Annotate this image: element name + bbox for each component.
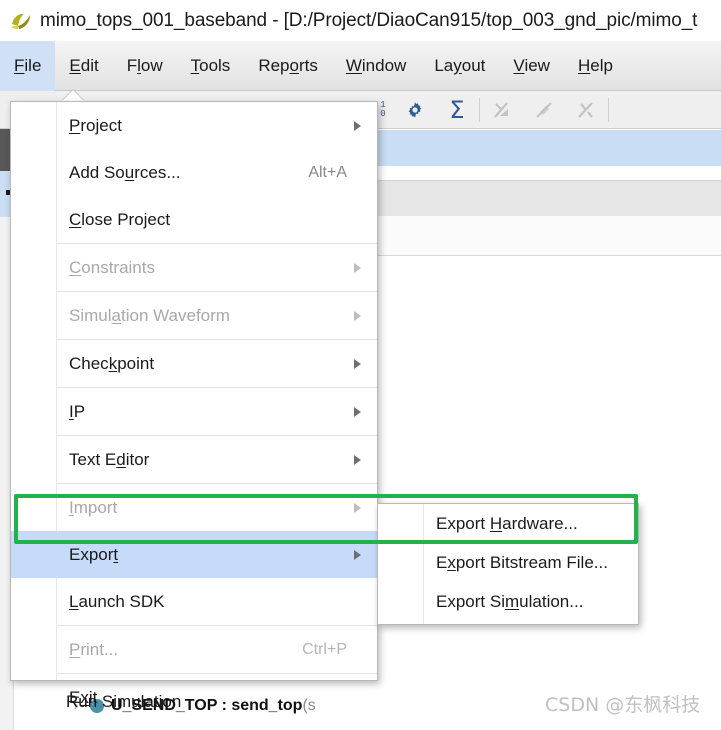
file-menu-caret xyxy=(62,90,84,101)
file-menu-item-label: Export xyxy=(69,544,119,564)
menubar-item-tools[interactable]: Tools xyxy=(177,41,245,91)
file-menu-item-simulation-waveform: Simulation Waveform xyxy=(11,292,377,339)
file-menu-item-label: Exit xyxy=(69,687,98,707)
sigma-icon[interactable]: Σ xyxy=(436,92,478,128)
menubar-item-edit[interactable]: Edit xyxy=(55,41,112,91)
file-menu-item-print: Print... Ctrl+P xyxy=(11,626,377,673)
menubar-item-layout[interactable]: Layout xyxy=(420,41,499,91)
menu-bar: File Edit Flow Tools Reports Window Layout View… xyxy=(0,40,721,91)
file-menu-dropdown: Project Add Sources... Alt+A Close Project C… xyxy=(10,101,378,707)
menubar-item-view[interactable]: View xyxy=(499,41,564,91)
watermark-text: CSDN @东枫科技 xyxy=(545,694,701,716)
mark-debug-icon xyxy=(481,92,523,128)
window-title-text: mimo_tops_001_baseband - [D:/Project/Dia… xyxy=(40,9,698,31)
file-menu-item-label: Add Sources... xyxy=(69,162,181,182)
toolbar-separator xyxy=(479,97,480,122)
file-menu-item-checkpoint[interactable]: Checkpoint xyxy=(11,340,377,387)
file-menu-item-project[interactable]: Project xyxy=(11,102,377,149)
file-menu-item-export[interactable]: Export xyxy=(11,531,377,578)
export-submenu-item-label: Export Hardware... xyxy=(436,513,578,533)
gear-icon[interactable] xyxy=(394,92,436,128)
file-menu-item-label: Launch SDK xyxy=(69,591,165,611)
submenu-arrow-icon xyxy=(354,454,361,465)
vivado-logo-icon xyxy=(8,8,34,34)
file-menu-item-launch-sdk[interactable]: Launch SDK xyxy=(11,578,377,625)
file-menu-item-label: Print... xyxy=(69,639,119,659)
file-menu-item-exit[interactable]: Exit xyxy=(11,674,377,721)
file-menu-item-import: Import xyxy=(11,484,377,531)
file-menu-item-label: Checkpoint xyxy=(69,353,155,373)
file-menu-item-label: Import xyxy=(69,497,118,517)
submenu-arrow-icon xyxy=(354,358,361,369)
file-menu-item-shortcut: Ctrl+P xyxy=(302,640,347,658)
menubar-item-file[interactable]: File xyxy=(0,40,56,91)
export-submenu-item-export-hardware[interactable]: Export Hardware... xyxy=(378,504,638,543)
file-menu-item-label: Text Editor xyxy=(69,449,150,469)
window-title-bar: mimo_tops_001_baseband - [D:/Project/Dia… xyxy=(0,0,721,41)
submenu-arrow-icon xyxy=(354,549,361,560)
file-menu-item-shortcut: Alt+A xyxy=(308,163,347,181)
file-menu-item-label: IP xyxy=(69,401,86,421)
file-menu-item-text-editor[interactable]: Text Editor xyxy=(11,436,377,483)
unmark-debug-icon xyxy=(523,92,565,128)
menubar-item-flow[interactable]: Flow xyxy=(113,41,177,91)
submenu-arrow-icon xyxy=(354,120,361,131)
submenu-arrow-icon xyxy=(354,406,361,417)
file-menu-item-label: Close Project xyxy=(69,209,171,229)
clear-debug-icon xyxy=(565,92,607,128)
menubar-item-help[interactable]: Help xyxy=(564,41,627,91)
file-menu-item-add-sources[interactable]: Add Sources... Alt+A xyxy=(11,149,377,196)
file-menu-item-close-project[interactable]: Close Project xyxy=(11,196,377,243)
export-submenu-item-label: Export Bitstream File... xyxy=(436,552,608,572)
submenu-arrow-icon xyxy=(354,502,361,513)
file-menu-item-label: Constraints xyxy=(69,257,155,277)
export-submenu-item-export-bitstream-file[interactable]: Export Bitstream File... xyxy=(378,543,638,582)
menubar-item-reports[interactable]: Reports xyxy=(244,41,332,91)
export-submenu: Export Hardware... Export Bitstream File.… xyxy=(377,503,639,625)
file-menu-item-label: Project xyxy=(69,115,122,135)
file-menu-item-ip[interactable]: IP xyxy=(11,388,377,435)
toolbar-separator xyxy=(608,97,609,122)
export-submenu-item-label: Export Simulation... xyxy=(436,591,584,611)
submenu-arrow-icon xyxy=(354,262,361,273)
menubar-item-window[interactable]: Window xyxy=(332,41,420,91)
submenu-arrow-icon xyxy=(354,310,361,321)
export-submenu-item-export-simulation[interactable]: Export Simulation... xyxy=(378,582,638,621)
file-menu-item-constraints: Constraints xyxy=(11,244,377,291)
file-menu-item-label: Simulation Waveform xyxy=(69,305,230,325)
